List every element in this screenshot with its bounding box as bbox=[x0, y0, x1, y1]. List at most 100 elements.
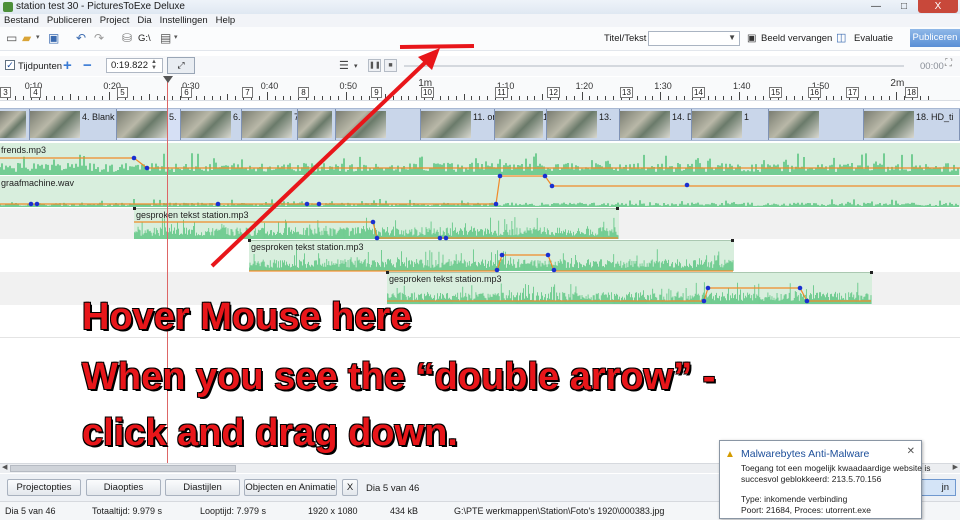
notification-close-icon[interactable]: ✕ bbox=[907, 446, 915, 457]
slide-image bbox=[692, 111, 742, 138]
slide-image bbox=[620, 111, 670, 138]
slide-thumbnail[interactable] bbox=[298, 109, 336, 140]
menu-project[interactable]: Project bbox=[96, 14, 134, 27]
slide-marker[interactable]: 9 bbox=[371, 87, 382, 98]
publiceren-button[interactable]: Publiceren bbox=[910, 29, 960, 47]
fullscreen-icon[interactable]: ⛶ bbox=[945, 58, 952, 69]
slide-thumbnail[interactable]: 1 bbox=[692, 109, 769, 140]
minimize-button[interactable]: — bbox=[862, 0, 890, 13]
stop-button[interactable]: ■ bbox=[384, 59, 397, 72]
slide-image bbox=[242, 111, 292, 138]
slide-thumbnail[interactable]: 11. on bbox=[421, 109, 495, 140]
slide-thumbnail[interactable] bbox=[769, 109, 864, 140]
audio-clip[interactable]: gesproken tekst station.mp3 bbox=[387, 272, 872, 304]
waveform bbox=[249, 249, 734, 271]
menu-dia[interactable]: Dia bbox=[133, 14, 155, 27]
slide-thumbnail[interactable]: 12. DS bbox=[495, 109, 547, 140]
menu-bestand[interactable]: Bestand bbox=[0, 14, 43, 27]
notification-line-2: succesvol geblokkeerd: 213.5.70.156 bbox=[741, 474, 882, 484]
evaluatie-button[interactable]: Evaluatie bbox=[854, 33, 893, 44]
ruler-tick bbox=[786, 96, 788, 100]
zoom-in-icon[interactable]: + bbox=[63, 57, 72, 74]
notification-title: Malwarebytes Anti-Malware bbox=[741, 448, 870, 460]
tijdpunten-checkbox[interactable]: ✓ bbox=[5, 60, 15, 70]
audio-track-frends[interactable]: frends.mp3 bbox=[0, 143, 960, 175]
ruler-tick bbox=[896, 92, 898, 100]
slide-marker[interactable]: 10 bbox=[421, 87, 434, 98]
diaopties-button[interactable]: Diaopties bbox=[86, 479, 161, 496]
view-mode-icon[interactable]: ▤ bbox=[160, 31, 171, 45]
slide-marker[interactable]: 13 bbox=[620, 87, 633, 98]
add-node-button[interactable]: ⤢ bbox=[167, 57, 195, 74]
slide-marker[interactable]: 18 bbox=[905, 87, 918, 98]
slide-marker[interactable]: 7 bbox=[242, 87, 253, 98]
open-dropdown-icon[interactable]: ▾ bbox=[36, 31, 40, 45]
ruler-tick bbox=[833, 96, 835, 100]
audio-clip[interactable]: gesproken tekst station.mp3 bbox=[249, 240, 734, 271]
slide-thumbnail[interactable]: 6. bbox=[181, 109, 242, 140]
warning-icon: ▲ bbox=[725, 449, 735, 460]
slide-marker[interactable]: 16 bbox=[808, 87, 821, 98]
slide-thumbnail[interactable]: 7. bbox=[242, 109, 298, 140]
playhead-marker[interactable] bbox=[163, 76, 173, 83]
redo-icon[interactable]: ↷ bbox=[94, 31, 104, 45]
playback-progress[interactable] bbox=[404, 65, 904, 67]
slide-thumbnail[interactable]: 18. HD_ti bbox=[864, 109, 960, 140]
objecten-animatie-button[interactable]: Objecten en Animatie bbox=[244, 479, 337, 496]
slide-marker[interactable]: 6 bbox=[181, 87, 192, 98]
projectopties-button[interactable]: Projectopties bbox=[7, 479, 81, 496]
waveform bbox=[0, 199, 959, 207]
menu-help[interactable]: Help bbox=[212, 14, 240, 27]
pause-button[interactable]: ❚❚ bbox=[368, 59, 381, 72]
slide-thumbnail[interactable]: 4. Blank bbox=[30, 109, 117, 140]
slide-marker[interactable]: 4 bbox=[30, 87, 41, 98]
menu-publiceren[interactable]: Publiceren bbox=[43, 14, 96, 27]
chevron-down-icon: ▼ bbox=[728, 33, 736, 42]
open-folder-icon[interactable]: ▰ bbox=[22, 31, 31, 45]
slide-thumbnail[interactable] bbox=[0, 109, 30, 140]
zoom-out-icon[interactable]: − bbox=[83, 57, 92, 74]
ruler-tick bbox=[369, 96, 371, 100]
list-menu-icon[interactable]: ☰ bbox=[339, 59, 349, 72]
maximize-button[interactable]: □ bbox=[890, 0, 918, 13]
view-dropdown-icon[interactable]: ▾ bbox=[174, 31, 178, 45]
slide-thumbnail[interactable] bbox=[336, 109, 421, 140]
scroll-left-icon[interactable]: ◀ bbox=[2, 463, 7, 471]
save-icon[interactable]: ▣ bbox=[48, 31, 59, 45]
slide-marker[interactable]: 15 bbox=[769, 87, 782, 98]
audio-track-graafmachine[interactable]: graafmachine.wav bbox=[0, 176, 960, 207]
slide-label: 5. bbox=[169, 112, 177, 122]
ruler-tick bbox=[534, 96, 536, 100]
ruler-label: 1:40 bbox=[733, 81, 751, 91]
time-spinner[interactable]: ▲ ▼ bbox=[151, 59, 157, 71]
ruler-tick bbox=[526, 96, 528, 100]
slide-thumbnail[interactable]: 5. bbox=[117, 109, 181, 140]
timeline-ruler[interactable]: 0:10 0:20 0:30 0:40 0:50 1m 1:10 1:20 1:30 1:40 1:… bbox=[0, 77, 960, 101]
beeld-vervangen-button[interactable]: Beeld vervangen bbox=[761, 33, 832, 44]
list-dropdown-icon[interactable]: ▾ bbox=[354, 62, 358, 70]
new-file-icon[interactable]: ▭ bbox=[6, 31, 17, 45]
right-action-button[interactable]: jn bbox=[916, 479, 956, 496]
slide-marker[interactable]: 12 bbox=[547, 87, 560, 98]
slide-marker[interactable]: 14 bbox=[692, 87, 705, 98]
slide-marker[interactable]: 5 bbox=[117, 87, 128, 98]
scroll-right-icon[interactable]: ▶ bbox=[953, 463, 958, 471]
slide-marker[interactable]: 11 bbox=[495, 87, 508, 98]
close-panel-button[interactable]: X bbox=[342, 479, 358, 496]
ruler-label: 1:20 bbox=[575, 81, 594, 91]
slide-thumbnail[interactable]: 13. bbox=[547, 109, 620, 140]
diastijlen-button[interactable]: Diastijlen bbox=[165, 479, 240, 496]
slide-thumbnail[interactable]: 14. DS bbox=[620, 109, 692, 140]
drive-icon[interactable]: ⛁ bbox=[122, 31, 132, 45]
slide-marker[interactable]: 8 bbox=[298, 87, 309, 98]
menu-instellingen[interactable]: Instellingen bbox=[156, 14, 212, 27]
waveform-path bbox=[0, 153, 959, 175]
slide-marker[interactable]: 17 bbox=[846, 87, 859, 98]
undo-icon[interactable]: ↶ bbox=[76, 31, 86, 45]
malwarebytes-notification[interactable]: ▲ Malwarebytes Anti-Malware ✕ Toegang to… bbox=[719, 440, 930, 519]
slide-marker[interactable]: 3 bbox=[0, 87, 11, 98]
titel-dropdown[interactable]: ▼ bbox=[648, 31, 740, 46]
scroll-thumb[interactable] bbox=[10, 465, 236, 472]
close-button[interactable]: X bbox=[918, 0, 958, 13]
audio-clip[interactable]: gesproken tekst station.mp3 bbox=[134, 208, 619, 239]
